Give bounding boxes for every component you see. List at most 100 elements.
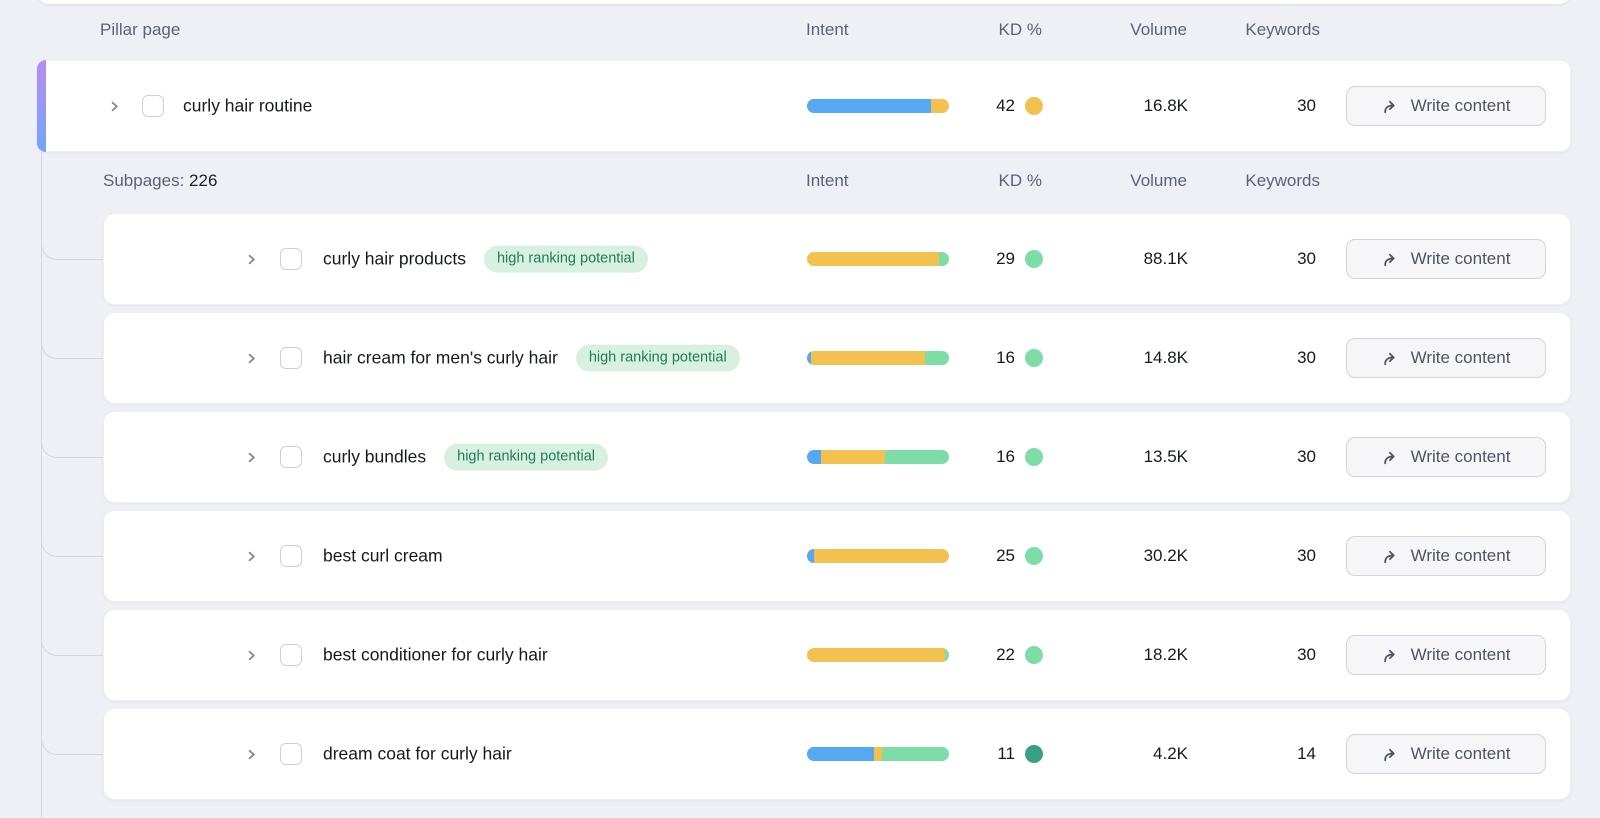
subpages-count: 226 — [189, 171, 217, 190]
kd-dot — [1025, 97, 1043, 115]
kd-dot — [1025, 646, 1043, 664]
expand-chevron-icon[interactable] — [241, 643, 261, 667]
subpages-table-header: Subpages: 226 Intent KD % Volume Keyword… — [0, 163, 1600, 199]
pillar-accent-strip — [37, 60, 46, 152]
subpage-row: curly hair products high ranking potenti… — [103, 213, 1571, 305]
tree-elbow-connector — [41, 227, 104, 260]
intent-bar — [807, 351, 949, 365]
topical-map-screen: Pillar page Intent KD % Volume Keywords … — [0, 0, 1600, 818]
pillar-table-header: Pillar page Intent KD % Volume Keywords — [0, 12, 1600, 48]
expand-chevron-icon[interactable] — [241, 544, 261, 568]
write-content-button[interactable]: Write content — [1346, 338, 1546, 378]
intent-column-header: Intent — [806, 171, 849, 191]
volume-column-header: Volume — [1065, 20, 1187, 40]
subpage-title: curly bundles — [323, 446, 426, 467]
keywords-value: 30 — [1231, 96, 1316, 116]
expand-chevron-icon[interactable] — [241, 742, 261, 766]
expand-chevron-icon[interactable] — [241, 247, 261, 271]
volume-value: 30.2K — [1066, 546, 1188, 566]
write-content-label: Write content — [1411, 249, 1511, 269]
row-checkbox[interactable] — [280, 347, 302, 369]
keywords-column-header: Keywords — [1230, 20, 1320, 40]
high-ranking-potential-badge: high ranking potential — [484, 246, 648, 273]
write-content-button[interactable]: Write content — [1346, 437, 1546, 477]
subpages-count-label: Subpages: 226 — [103, 171, 217, 191]
keywords-value: 30 — [1231, 348, 1316, 368]
kd-column-header: KD % — [930, 20, 1042, 40]
write-content-label: Write content — [1411, 447, 1511, 467]
keywords-column-header: Keywords — [1230, 171, 1320, 191]
kd-value: 16 — [996, 348, 1015, 368]
tree-elbow-connector — [41, 623, 104, 656]
intent-bar — [807, 549, 949, 563]
volume-column-header: Volume — [1065, 171, 1187, 191]
expand-chevron-icon[interactable] — [104, 94, 124, 118]
expand-chevron-icon[interactable] — [241, 346, 261, 370]
volume-value: 14.8K — [1066, 348, 1188, 368]
tree-elbow-connector — [41, 326, 104, 359]
previous-card-edge — [37, 0, 1571, 4]
subpage-row: hair cream for men's curly hair high ran… — [103, 312, 1571, 404]
write-content-button[interactable]: Write content — [1346, 239, 1546, 279]
kd-dot — [1025, 448, 1043, 466]
kd-column-header: KD % — [930, 171, 1042, 191]
pillar-page-title: curly hair routine — [183, 96, 312, 117]
pillar-page-column-header: Pillar page — [100, 20, 180, 40]
subpage-title: curly hair products — [323, 248, 466, 269]
tree-elbow-connector — [41, 425, 104, 458]
subpage-row: best curl cream 25 30.2K 30 Write conten… — [103, 510, 1571, 602]
tree-elbow-connector — [41, 722, 104, 755]
subpage-title: best curl cream — [323, 546, 443, 567]
kd-value: 11 — [997, 744, 1015, 764]
keywords-value: 30 — [1231, 447, 1316, 467]
high-ranking-potential-badge: high ranking potential — [444, 444, 608, 471]
volume-value: 4.2K — [1066, 744, 1188, 764]
row-checkbox[interactable] — [280, 446, 302, 468]
write-content-button[interactable]: Write content — [1346, 536, 1546, 576]
kd-dot — [1025, 250, 1043, 268]
intent-bar — [807, 747, 949, 761]
write-content-button[interactable]: Write content — [1346, 734, 1546, 774]
kd-dot — [1025, 349, 1043, 367]
write-content-label: Write content — [1411, 96, 1511, 116]
tree-vertical-line — [41, 152, 42, 818]
subpage-row: dream coat for curly hair 11 4.2K 14 Wri… — [103, 708, 1571, 800]
write-content-label: Write content — [1411, 645, 1511, 665]
keywords-value: 14 — [1231, 744, 1316, 764]
row-checkbox[interactable] — [280, 545, 302, 567]
keywords-value: 30 — [1231, 645, 1316, 665]
keywords-value: 30 — [1231, 249, 1316, 269]
intent-column-header: Intent — [806, 20, 849, 40]
intent-bar — [807, 99, 949, 113]
expand-chevron-icon[interactable] — [241, 445, 261, 469]
kd-value: 29 — [996, 249, 1015, 269]
kd-value: 25 — [996, 546, 1015, 566]
high-ranking-potential-badge: high ranking potential — [576, 345, 740, 372]
row-checkbox[interactable] — [280, 248, 302, 270]
keywords-value: 30 — [1231, 546, 1316, 566]
subpage-row: best conditioner for curly hair 22 18.2K… — [103, 609, 1571, 701]
row-checkbox[interactable] — [142, 95, 164, 117]
row-checkbox[interactable] — [280, 644, 302, 666]
write-content-label: Write content — [1411, 744, 1511, 764]
subpage-row: curly bundles high ranking potential 16 … — [103, 411, 1571, 503]
pillar-row: curly hair routine 42 16.8K 30 Write con… — [37, 60, 1571, 152]
subpage-title: best conditioner for curly hair — [323, 645, 548, 666]
write-content-label: Write content — [1411, 546, 1511, 566]
intent-bar — [807, 648, 949, 662]
intent-bar — [807, 252, 949, 266]
subpage-title: hair cream for men's curly hair — [323, 347, 558, 368]
write-content-button[interactable]: Write content — [1346, 86, 1546, 126]
subpage-title: dream coat for curly hair — [323, 744, 512, 765]
volume-value: 18.2K — [1066, 645, 1188, 665]
kd-value: 22 — [996, 645, 1015, 665]
kd-dot — [1025, 547, 1043, 565]
tree-elbow-connector — [41, 524, 104, 557]
kd-value: 42 — [996, 96, 1015, 116]
intent-bar — [807, 450, 949, 464]
volume-value: 13.5K — [1066, 447, 1188, 467]
row-checkbox[interactable] — [280, 743, 302, 765]
write-content-label: Write content — [1411, 348, 1511, 368]
write-content-button[interactable]: Write content — [1346, 635, 1546, 675]
volume-value: 88.1K — [1066, 249, 1188, 269]
